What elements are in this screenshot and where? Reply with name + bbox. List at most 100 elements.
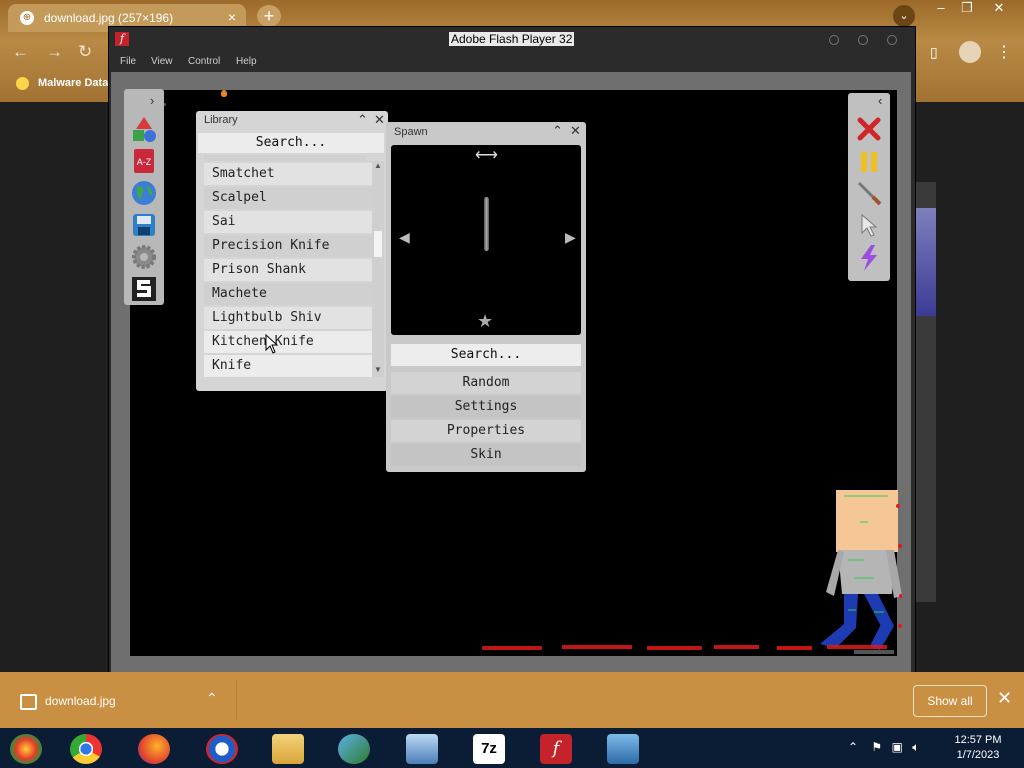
chevron-right-icon[interactable]: › [150,93,154,108]
menu-view[interactable]: View [151,56,173,67]
reload-icon[interactable]: ↻ [78,42,92,62]
previous-arrow-icon[interactable]: ◀ [399,229,410,246]
fire-particle [221,90,227,97]
tab-title: download.jpg (257×196) [44,11,174,25]
divider [236,680,237,720]
close-icon[interactable]: ✕ [570,123,581,139]
library-panel: Library ⌃ ✕ Search... Smatchet Scalpel S… [196,111,388,391]
chevron-down-icon[interactable]: ⌄ [893,5,915,27]
back-icon[interactable]: ← [12,42,29,62]
file-explorer-icon[interactable] [272,734,304,764]
list-item[interactable]: Knife [204,355,374,377]
network-icon[interactable]: ▣ [892,740,903,754]
system-tool-icon[interactable] [406,734,438,764]
mouse-cursor-icon [265,334,279,354]
list-item[interactable]: Kitchen Knife [204,331,374,353]
tab-close-button[interactable]: × [228,9,236,25]
spawn-preview[interactable]: ⟷ ◀ ▶ ★ [391,145,581,335]
knife-tool-icon[interactable] [855,179,883,207]
random-button[interactable]: Random [391,372,581,394]
new-tab-button[interactable]: + [257,5,281,27]
spawn-search-input[interactable]: Search... [391,344,581,366]
flash-menubar: File View Control Help [109,54,915,72]
remote-desktop-icon[interactable] [607,734,639,764]
scroll-up-icon[interactable]: ▲ [374,161,382,170]
seven-zip-icon[interactable]: 7z [473,734,505,764]
chevron-left-icon[interactable]: ‹ [878,93,882,108]
flash-window-title: Adobe Flash Player 32 [449,32,575,46]
firefox-icon[interactable] [138,734,170,764]
bookmark-malware-data[interactable]: Malware Data [16,77,109,90]
list-item[interactable]: Sai [204,211,374,233]
ragdoll-character[interactable] [814,486,902,656]
flash-player-icon[interactable]: f [540,734,572,764]
menu-help[interactable]: Help [236,56,257,67]
close-icon[interactable]: ✕ [997,688,1012,709]
collapse-icon[interactable]: ⌃ [552,123,563,139]
pointer-tool-icon[interactable] [857,213,881,239]
globe-icon: ⊕ [20,11,34,25]
gear-icon[interactable] [130,243,158,271]
globe-icon[interactable] [130,179,158,207]
obama-logo-icon[interactable] [206,734,238,764]
close-icon[interactable]: ✕ [374,112,385,128]
shapes-icon[interactable] [130,115,158,143]
scroll-thumb[interactable] [374,231,382,257]
chrome-icon[interactable] [70,734,102,764]
show-all-button[interactable]: Show all [913,685,987,717]
minimize-icon[interactable] [829,35,839,45]
pause-icon[interactable] [856,149,882,175]
download-item[interactable]: download.jpg [20,694,116,710]
library-scrollbar[interactable]: ▲ ▼ [372,161,384,377]
volume-icon[interactable]: 🔈︎ [912,740,919,754]
list-item[interactable]: Precision Knife [204,235,374,257]
favorite-star-icon[interactable]: ★ [477,311,493,332]
profile-avatar[interactable] [959,41,981,63]
menu-file[interactable]: File [120,56,136,67]
list-item[interactable]: Lightbulb Shiv [204,307,374,329]
list-item[interactable]: Machete [204,283,374,305]
list-item[interactable]: Prison Shank [204,259,374,281]
start-button-icon[interactable] [10,734,42,764]
lightning-icon[interactable] [855,243,883,273]
collapse-icon[interactable]: ⌃ [357,112,368,128]
tray-chevron-icon[interactable]: ⌃ [848,740,858,754]
chevron-up-icon[interactable]: ⌃ [206,690,218,707]
download-bar [0,672,1024,728]
svg-text:A-Z: A-Z [137,157,152,167]
alphabetical-sort-icon[interactable]: A-Z [130,147,158,175]
restore-icon[interactable]: ❐ [952,0,982,18]
blood-streak [482,645,887,650]
maximize-icon[interactable] [858,35,868,45]
list-item[interactable]: Smatchet [204,163,374,185]
menu-dots-icon[interactable]: ⋮ [996,42,1012,62]
rotate-arrows-icon[interactable]: ⟷ [475,145,498,165]
knife-preview [484,197,489,251]
forward-icon[interactable]: → [46,42,63,62]
taskbar-clock[interactable]: 12:57 PM 1/7/2023 [946,733,1010,763]
sidebar-icon[interactable]: ▯ [930,44,938,61]
flag-icon[interactable]: ⚑ [871,740,882,754]
bookmark-label: Malware Data [38,77,109,89]
clock-time: 12:57 PM [954,734,1002,746]
delete-x-icon[interactable] [855,115,883,143]
flash-titlebar: f Adobe Flash Player 32 [109,27,915,53]
scroll-down-icon[interactable]: ▼ [374,365,382,374]
image-file-icon [20,694,37,710]
sandbox-logo-icon[interactable] [130,275,158,303]
settings-button[interactable]: Settings [391,396,581,418]
network-users-icon[interactable] [338,734,370,764]
right-toolbar: ‹ [848,93,890,281]
system-tray: ⌃ ⚑ ▣ 🔈︎ [848,740,919,755]
save-disk-icon[interactable] [130,211,158,239]
list-item[interactable]: Scalpel [204,187,374,209]
properties-button[interactable]: Properties [391,420,581,442]
next-arrow-icon[interactable]: ▶ [565,229,576,246]
close-window-icon[interactable]: ✕ [984,0,1014,18]
spawn-title: Spawn [394,126,428,138]
close-icon[interactable] [887,35,897,45]
skin-button[interactable]: Skin [391,444,581,466]
library-search-input[interactable]: Search... [198,133,384,153]
menu-control[interactable]: Control [188,56,220,67]
download-filename: download.jpg [45,694,116,709]
